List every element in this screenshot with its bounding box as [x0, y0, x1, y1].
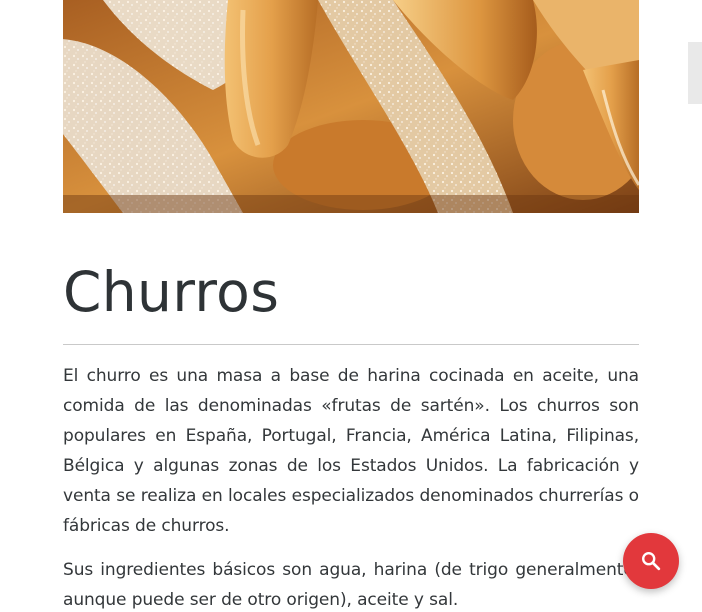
hero-image	[63, 0, 639, 213]
article-paragraph: El churro es una masa a base de harina c…	[63, 366, 639, 536]
article-paragraph: Sus ingredientes básicos son agua, harin…	[63, 560, 639, 610]
page-title: Churros	[63, 260, 280, 324]
side-scroll-tab[interactable]	[688, 42, 702, 104]
search-icon	[642, 552, 661, 571]
search-button[interactable]	[623, 533, 679, 589]
churros-photo	[63, 0, 639, 213]
title-divider	[63, 344, 639, 345]
